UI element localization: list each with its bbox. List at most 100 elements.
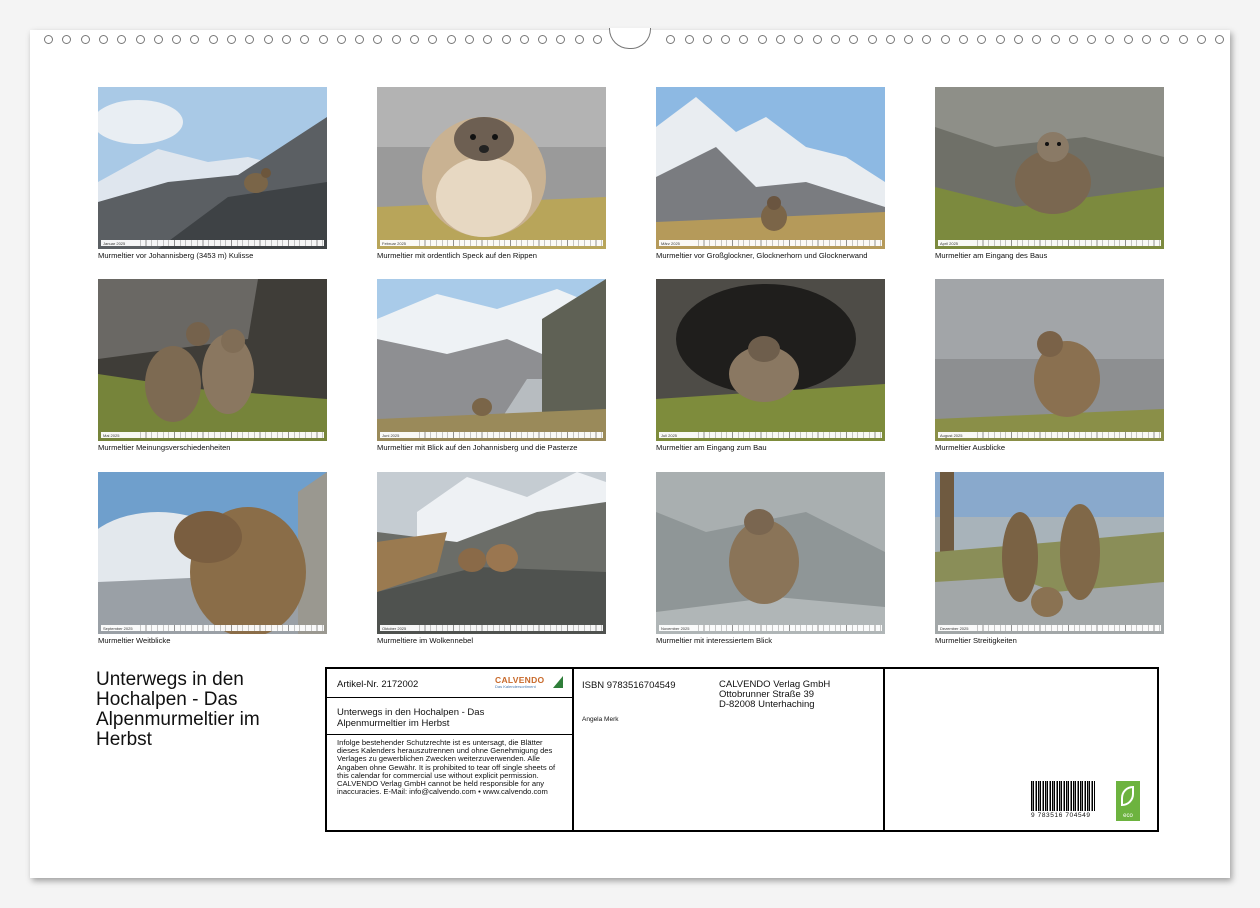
photo-caption: Murmeltier am Eingang des Baus (935, 251, 1048, 260)
binding-ring (190, 35, 200, 44)
divider (327, 697, 572, 698)
binding-ring (867, 35, 877, 44)
binding-ring (501, 35, 511, 44)
binding-ring (1142, 35, 1151, 44)
binding-ring (336, 35, 346, 44)
month-tile-june: Juni 2025 Murmeltier mit Blick auf den J… (377, 279, 606, 452)
binding-ring (318, 35, 328, 44)
product-title-line1: Unterwegs in den Hochalpen - Das (337, 707, 485, 718)
publisher-city: D-82008 Unterhaching (719, 699, 815, 710)
binding-ring (739, 35, 749, 44)
month-label: Dezember 2025 (940, 625, 969, 631)
photo-caption: Murmeltier Ausblicke (935, 443, 1006, 452)
binding-ring (135, 35, 145, 44)
binding-ring (391, 35, 401, 44)
photo-august: August 2025 (935, 279, 1164, 441)
title-line: Hochalpen - Das (96, 689, 238, 710)
legal-notice: Infolge bestehender Schutzrechte ist es … (337, 738, 556, 797)
binding-ring (922, 35, 932, 44)
photo-september: September 2025 (98, 472, 327, 634)
binding-ring (281, 35, 291, 44)
barcode-number: 9 783516 704549 (1031, 812, 1091, 819)
article-number: Artikel-Nr. 2172002 (337, 679, 419, 690)
month-label: November 2025 (661, 625, 690, 631)
month-tile-january: Januar 2025 Murmeltier vor Johannisberg … (98, 87, 327, 260)
calvendo-logo: CALVENDO Das Kalendersortiment (495, 675, 563, 693)
binding-ring (995, 35, 1005, 44)
title-line: Herbst (96, 729, 152, 750)
title-line: Unterwegs in den (96, 669, 244, 690)
photo-caption: Murmeltier Meinungsverschiedenheiten (98, 443, 231, 452)
photo-july: Juli 2025 (656, 279, 885, 441)
photo-june: Juni 2025 (377, 279, 606, 441)
binding-ring (172, 35, 182, 44)
month-tile-october: Oktober 2025 Murmeltiere im Wolkennebel (377, 472, 606, 645)
binding-ring (1215, 35, 1225, 44)
month-label: Januar 2025 (103, 240, 126, 246)
binding-ring (702, 35, 712, 44)
binding-ring (556, 35, 566, 44)
binding-ring (80, 35, 90, 44)
photo-caption: Murmeltiere im Wolkennebel (377, 636, 474, 645)
binding-ring (208, 35, 218, 44)
binding-ring (227, 35, 236, 44)
binding-ring (1196, 35, 1206, 44)
binding-ring (446, 35, 456, 44)
photo-january: Januar 2025 (98, 87, 327, 249)
title-line: Alpenmurmeltier im (96, 709, 260, 730)
binding-ring (940, 35, 950, 44)
calendar-sheet: Januar 2025 Murmeltier vor Johannisberg … (30, 28, 1230, 878)
photo-february: Februar 2025 (377, 87, 606, 249)
binding-ring (885, 35, 895, 44)
leaf-icon (1121, 786, 1134, 806)
calvendo-mark-icon (553, 676, 563, 688)
binding-ring (1087, 35, 1097, 44)
binding-ring (684, 35, 694, 44)
month-label: Februar 2025 (382, 240, 407, 246)
month-tile-february: Februar 2025 Murmeltier mit ordentlich S… (377, 87, 606, 260)
binding-ring (117, 35, 127, 44)
author: Angela Merk (582, 716, 619, 723)
binding-ring (153, 35, 163, 44)
binding-ring (812, 35, 822, 44)
binding-ring (593, 35, 602, 44)
binding-ring (757, 35, 767, 44)
binding-ring (721, 35, 731, 44)
binding-ring (483, 35, 493, 44)
photo-november: November 2025 (656, 472, 885, 634)
binding-ring (245, 35, 255, 44)
month-label: April 2025 (940, 240, 959, 246)
binding-ring (1160, 35, 1170, 44)
barcode-bars (1031, 781, 1095, 811)
binding-ring (666, 35, 676, 44)
binding-ring (263, 35, 273, 44)
photo-december: Dezember 2025 (935, 472, 1164, 634)
binding-ring (1123, 35, 1133, 44)
month-label: Juni 2025 (382, 432, 400, 438)
photo-caption: Murmeltier Streitigkeiten (935, 636, 1017, 645)
photo-caption: Murmeltier vor Großglockner, Glocknerhor… (656, 251, 868, 260)
month-label: September 2025 (103, 625, 133, 631)
photo-caption: Murmeltier mit interessiertem Blick (656, 636, 773, 645)
eco-label: eco (1123, 813, 1133, 819)
month-label: Mai 2025 (103, 432, 120, 438)
binding-ring (428, 35, 438, 44)
binding-ring (1105, 35, 1115, 44)
binding-ring (464, 35, 474, 44)
binding-ring (373, 35, 383, 44)
isbn-barcode: 9 783516 704549 (1031, 781, 1095, 819)
binding-ring (98, 35, 108, 44)
divider (572, 669, 574, 830)
binding-ring (355, 35, 365, 44)
month-tile-july: Juli 2025 Murmeltier am Eingang zum Bau (656, 279, 885, 452)
binding-ring (1013, 35, 1023, 44)
binding-ring (1050, 35, 1060, 44)
publisher-info-panel: Artikel-Nr. 2172002 CALVENDO Das Kalende… (325, 667, 1159, 832)
binding-ring (977, 35, 987, 44)
photo-april: April 2025 (935, 87, 1164, 249)
month-tile-may: Mai 2025 Murmeltier Meinungsverschiedenh… (98, 279, 327, 452)
binding-ring (794, 35, 804, 44)
month-tile-november: November 2025 Murmeltier mit interessier… (656, 472, 885, 645)
divider (883, 669, 885, 830)
photo-caption: Murmeltier mit ordentlich Speck auf den … (377, 251, 537, 260)
